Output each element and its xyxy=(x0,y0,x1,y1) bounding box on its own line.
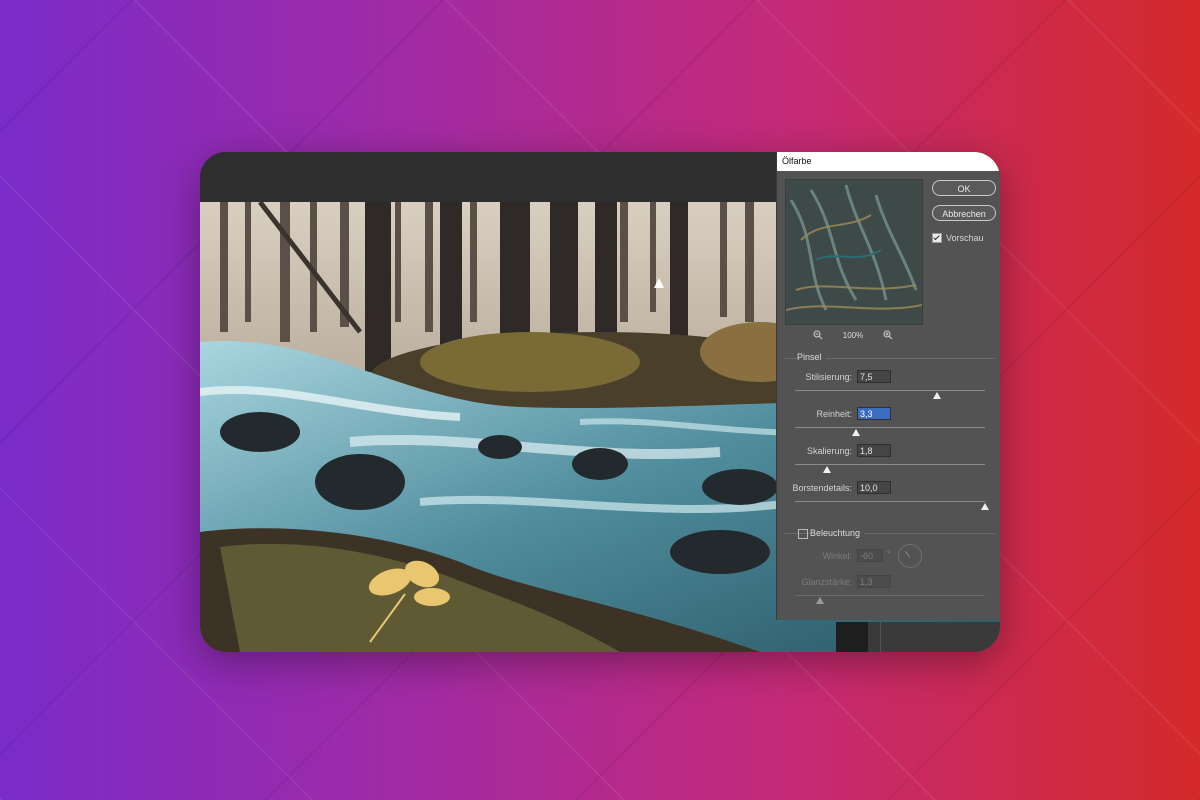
preview-image xyxy=(786,180,922,324)
stylization-label: Stilisierung: xyxy=(805,372,852,382)
bristle-detail-label: Borstendetails: xyxy=(792,483,852,493)
zoom-in-icon[interactable] xyxy=(883,330,893,340)
oil-paint-dialog: Ölfarbe OK Abbrechen Vorschau 100% Pinse… xyxy=(776,152,1000,620)
zoom-level: 100% xyxy=(842,330,864,340)
stylization-slider-track[interactable] xyxy=(795,390,985,391)
shine-slider-track[interactable] xyxy=(795,595,985,596)
cleanliness-input[interactable]: 3,3 xyxy=(857,407,891,420)
angle-input[interactable]: -60 xyxy=(857,549,883,562)
bristle-detail-input[interactable]: 10,0 xyxy=(857,481,891,494)
shine-input[interactable]: 1,3 xyxy=(857,575,891,588)
divider xyxy=(880,622,881,652)
lighting-section-label: Beleuchtung xyxy=(810,528,865,538)
shine-label: Glanzstärke: xyxy=(801,577,852,587)
preview-label: Vorschau xyxy=(946,233,984,243)
preview-checkbox-row[interactable]: Vorschau xyxy=(932,233,984,243)
stylization-slider-thumb[interactable] xyxy=(933,392,941,399)
filter-preview[interactable] xyxy=(785,179,923,325)
scale-slider-track[interactable] xyxy=(795,464,985,465)
zoom-out-icon[interactable] xyxy=(813,330,823,340)
dialog-title: Ölfarbe xyxy=(777,152,1000,171)
mouse-pointer-icon xyxy=(654,278,664,288)
photoshop-window: Ölfarbe OK Abbrechen Vorschau 100% Pinse… xyxy=(200,152,1000,652)
zoom-controls: 100% xyxy=(813,328,893,342)
stylization-input[interactable]: 7,5 xyxy=(857,370,891,383)
cleanliness-slider-track[interactable] xyxy=(795,427,985,428)
panel-strip xyxy=(836,622,1000,652)
bristle-detail-slider-thumb[interactable] xyxy=(981,503,989,510)
scale-label: Skalierung: xyxy=(806,446,852,456)
lighting-checkbox[interactable] xyxy=(798,529,808,539)
shine-slider-thumb[interactable] xyxy=(816,597,824,604)
scale-slider-thumb[interactable] xyxy=(823,466,831,473)
brush-section-label: Pinsel xyxy=(797,352,826,362)
bristle-detail-slider-track[interactable] xyxy=(795,501,985,502)
cleanliness-slider-thumb[interactable] xyxy=(852,429,860,436)
angle-unit: ° xyxy=(887,549,891,559)
preview-checkbox[interactable] xyxy=(932,233,942,243)
ok-button[interactable]: OK xyxy=(932,180,996,196)
angle-label: Winkel: xyxy=(822,551,852,561)
scale-input[interactable]: 1,8 xyxy=(857,444,891,457)
angle-dial[interactable] xyxy=(898,544,922,568)
cleanliness-label: Reinheit: xyxy=(816,409,852,419)
scroll-track xyxy=(836,622,868,652)
cancel-button[interactable]: Abbrechen xyxy=(932,205,996,221)
